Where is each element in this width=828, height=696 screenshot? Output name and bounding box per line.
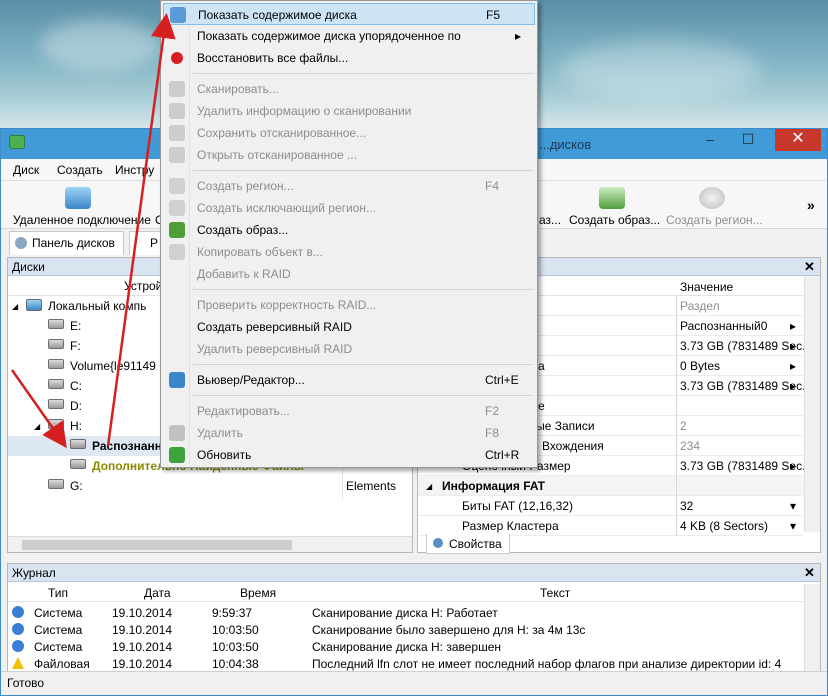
annotation-arrows — [10, 13, 176, 449]
annotation-arrow-to-menu — [106, 13, 176, 447]
annotation-arrow-to-tree — [10, 369, 67, 449]
